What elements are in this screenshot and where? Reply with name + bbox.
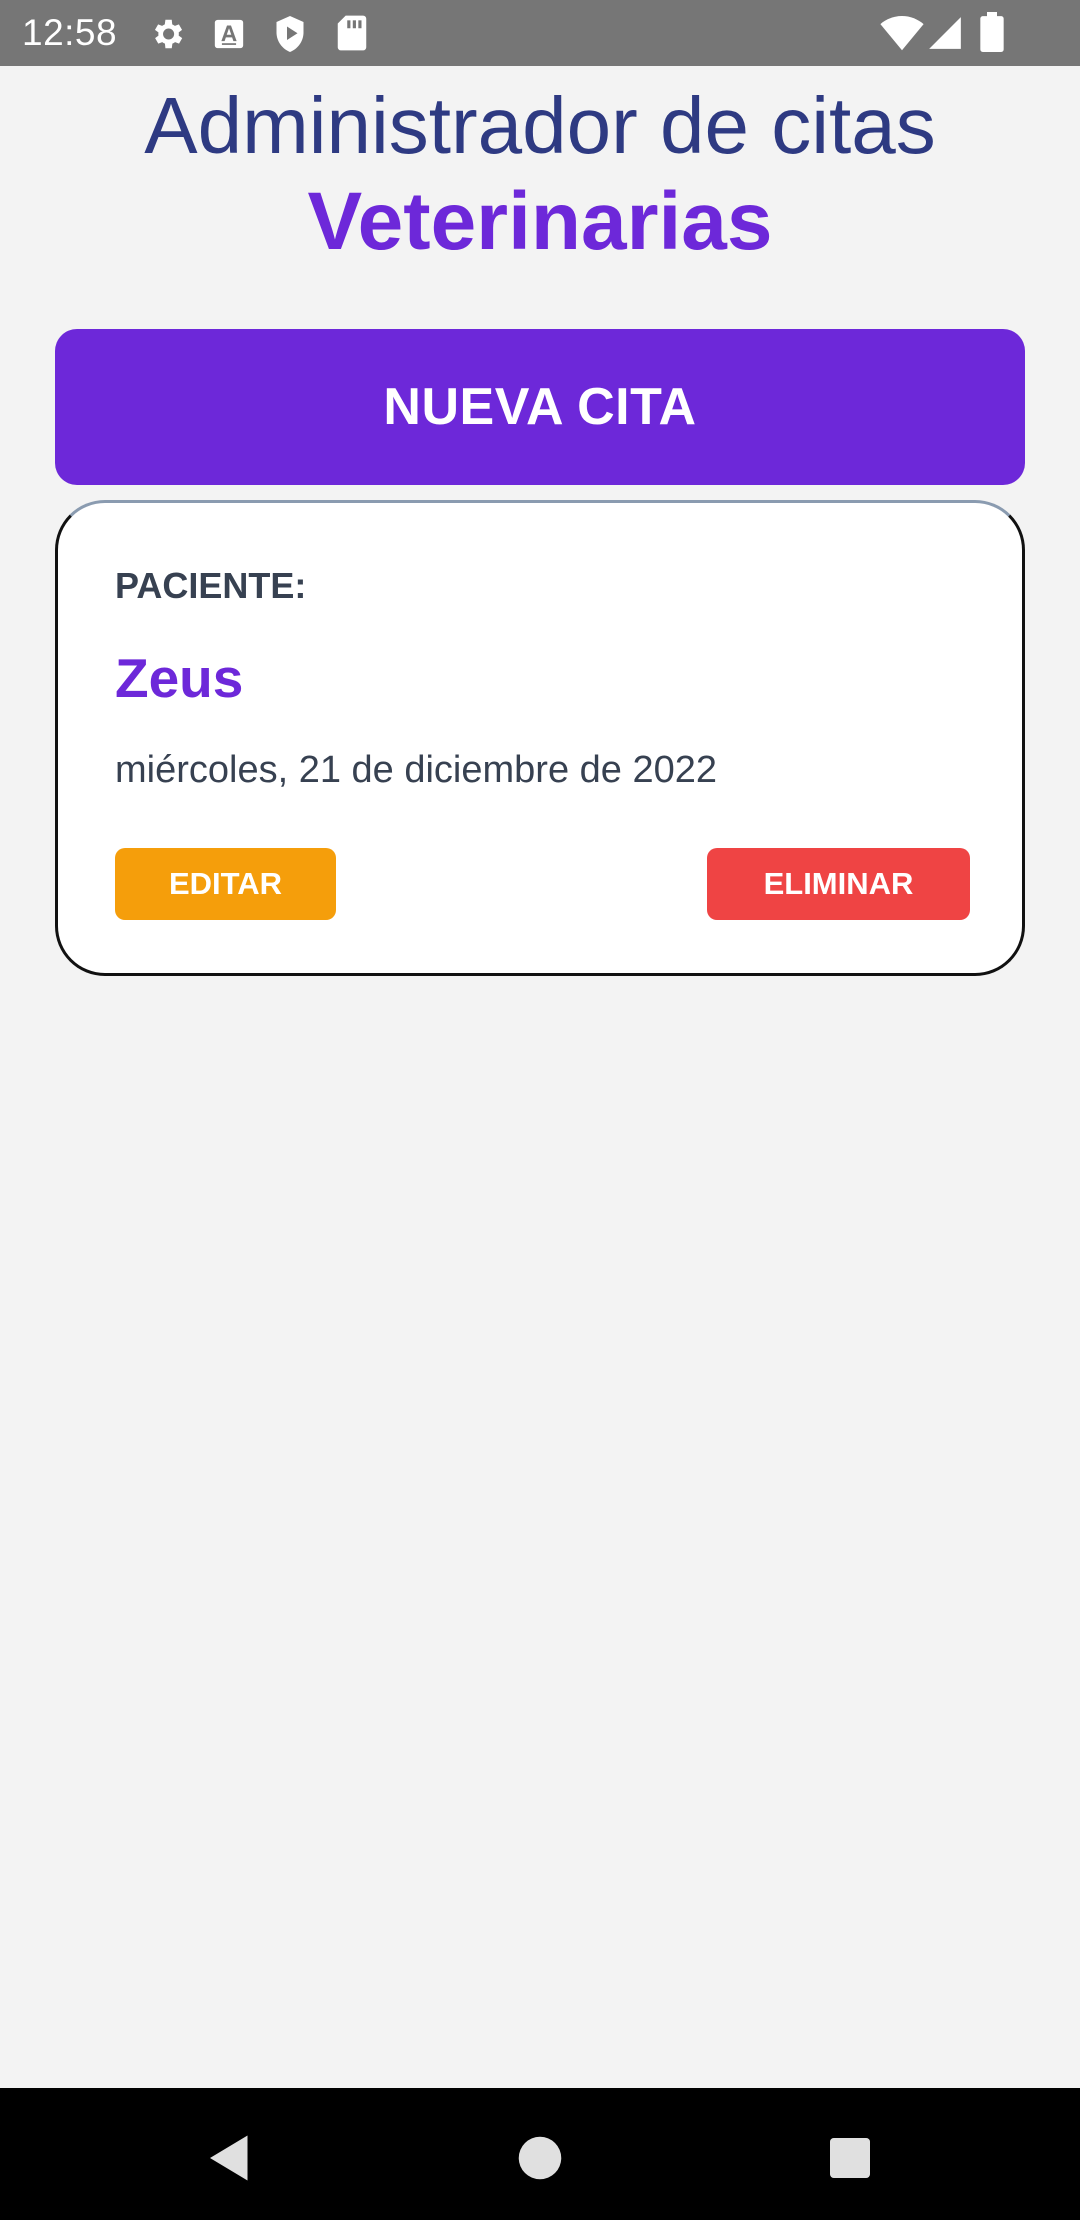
sd-card-icon — [336, 14, 368, 52]
wifi-icon — [880, 16, 924, 52]
gear-icon — [148, 15, 186, 53]
font-a-icon — [212, 17, 246, 51]
home-icon[interactable] — [510, 2128, 570, 2188]
new-appointment-button[interactable]: NUEVA CITA — [55, 329, 1025, 485]
battery-icon — [980, 12, 1004, 52]
navigation-bar — [0, 2088, 1080, 2220]
cell-signal-icon — [926, 14, 964, 52]
back-icon[interactable] — [200, 2128, 260, 2188]
status-bar: 12:58 — [0, 0, 1080, 66]
patient-name: Zeus — [115, 647, 244, 709]
status-time: 12:58 — [22, 12, 118, 53]
play-shield-icon — [272, 14, 308, 54]
appointment-date: miércoles, 21 de diciembre de 2022 — [115, 749, 718, 791]
page-title: Administrador de citas — [144, 81, 936, 170]
page-subtitle: Veterinarias — [307, 176, 773, 267]
patient-label: PACIENTE: — [115, 565, 307, 606]
delete-button[interactable]: ELIMINAR — [707, 848, 970, 920]
recents-icon[interactable] — [820, 2128, 880, 2188]
appointment-card[interactable]: PACIENTE: Zeus miércoles, 21 de diciembr… — [55, 500, 1025, 976]
edit-button[interactable]: EDITAR — [115, 848, 336, 920]
